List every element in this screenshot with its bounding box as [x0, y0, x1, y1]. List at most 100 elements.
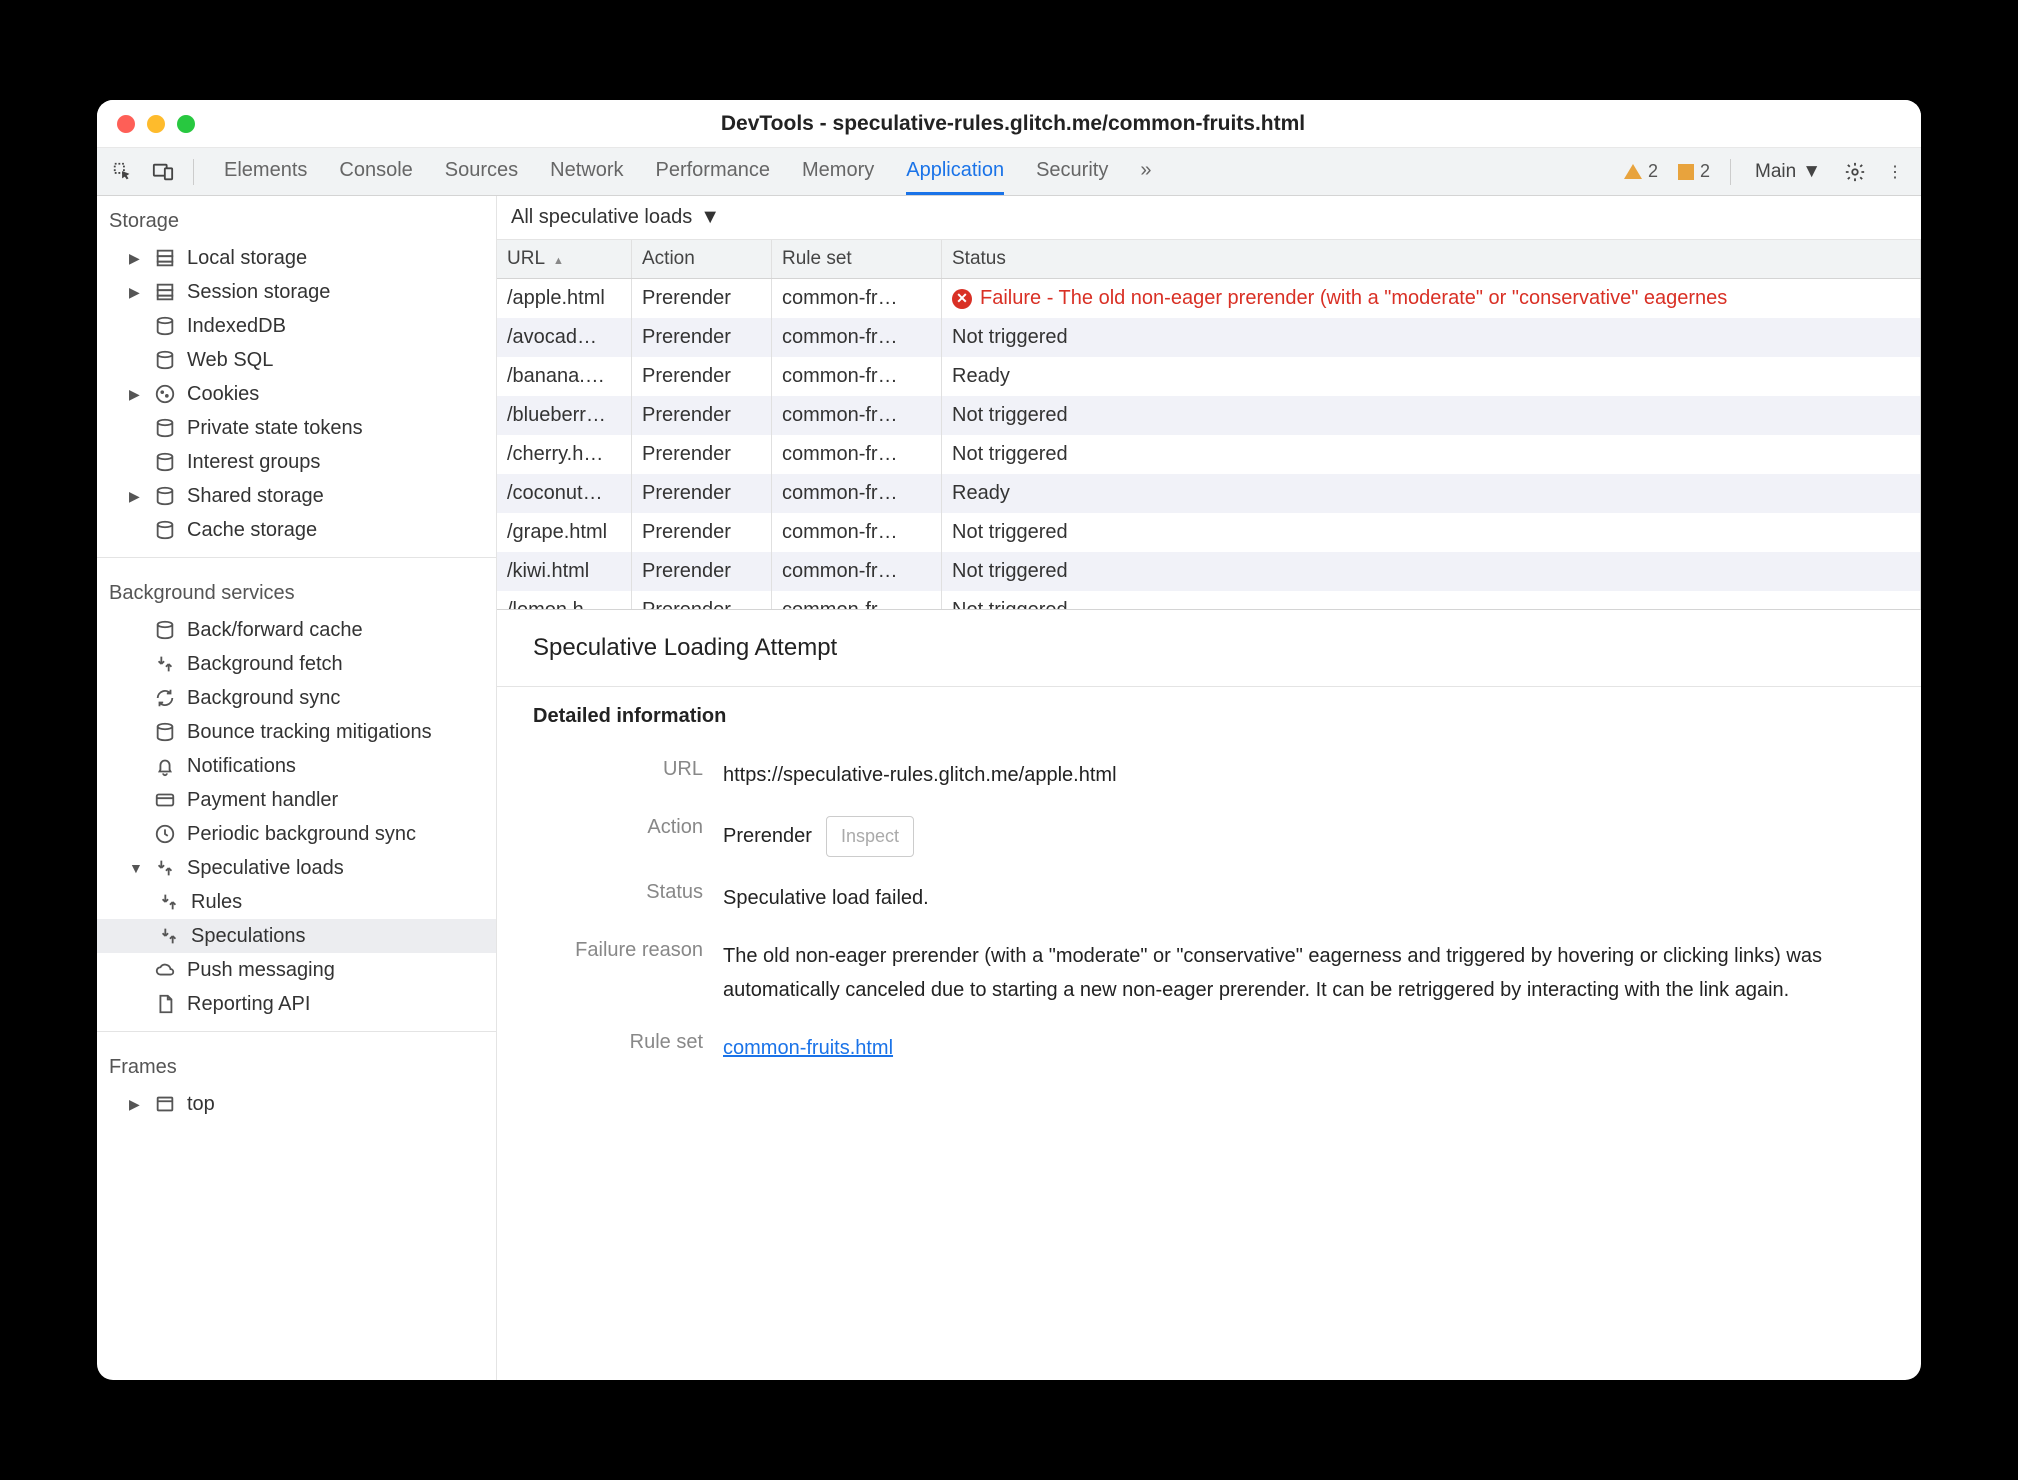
- frame-icon: [153, 1092, 177, 1116]
- device-toggle-icon[interactable]: [147, 156, 179, 188]
- sidebar-item-rules[interactable]: Rules: [97, 885, 496, 919]
- cell-url: /banana.…: [497, 357, 632, 396]
- table-row[interactable]: /apple.htmlPrerendercommon-fr…✕Failure -…: [497, 279, 1921, 318]
- sidebar-item-speculative-loads[interactable]: ▼Speculative loads: [97, 851, 496, 885]
- cell-status: Not triggered: [942, 318, 1921, 357]
- col-url[interactable]: URL▲: [497, 240, 632, 278]
- sidebar-item-push-messaging[interactable]: Push messaging: [97, 953, 496, 987]
- tab-console[interactable]: Console: [339, 149, 412, 195]
- detail-url-label: URL: [533, 758, 703, 792]
- col-rule[interactable]: Rule set: [772, 240, 942, 278]
- more-vert-icon[interactable]: ⋮: [1879, 156, 1911, 188]
- cylinder-icon: [153, 450, 177, 474]
- cylinder-icon: [153, 314, 177, 338]
- cell-status: Ready: [942, 357, 1921, 396]
- sidebar-item-periodic-bg[interactable]: Periodic background sync: [97, 817, 496, 851]
- detail-ruleset-link[interactable]: common-fruits.html: [723, 1037, 893, 1059]
- sidebar-item-top-frame[interactable]: ▶top: [97, 1087, 496, 1121]
- sidebar-item-local-storage[interactable]: ▶Local storage: [97, 241, 496, 275]
- target-selector[interactable]: Main▼: [1745, 161, 1831, 183]
- cloud-icon: [153, 958, 177, 982]
- cell-rule: common-fr…: [772, 357, 942, 396]
- cell-url: /kiwi.html: [497, 552, 632, 591]
- database-icon: [153, 246, 177, 270]
- table-row[interactable]: /lemon.h…Prerendercommon-fr…Not triggere…: [497, 591, 1921, 609]
- inspect-element-icon[interactable]: [107, 156, 139, 188]
- cell-url: /blueberr…: [497, 396, 632, 435]
- tab-more-icon[interactable]: »: [1140, 149, 1151, 195]
- cell-url: /apple.html: [497, 279, 632, 318]
- detail-ruleset-label: Rule set: [533, 1031, 703, 1065]
- tab-memory[interactable]: Memory: [802, 149, 874, 195]
- table-row[interactable]: /grape.htmlPrerendercommon-fr…Not trigge…: [497, 513, 1921, 552]
- col-status[interactable]: Status: [942, 240, 1921, 278]
- tab-performance[interactable]: Performance: [656, 149, 771, 195]
- detail-section-heading: Detailed information: [533, 705, 1885, 728]
- table-row[interactable]: /banana.…Prerendercommon-fr…Ready: [497, 357, 1921, 396]
- gear-icon[interactable]: [1839, 156, 1871, 188]
- cell-status: Not triggered: [942, 591, 1921, 609]
- detail-failure-label: Failure reason: [533, 939, 703, 1007]
- sidebar-item-bg-sync[interactable]: Background sync: [97, 681, 496, 715]
- inspect-button[interactable]: Inspect: [826, 816, 914, 857]
- table-row[interactable]: /coconut…Prerendercommon-fr…Ready: [497, 474, 1921, 513]
- detail-action-value: PrerenderInspect: [723, 816, 1885, 857]
- sidebar-item-cookies[interactable]: ▶Cookies: [97, 377, 496, 411]
- cell-action: Prerender: [632, 474, 772, 513]
- col-action[interactable]: Action: [632, 240, 772, 278]
- tab-network[interactable]: Network: [550, 149, 623, 195]
- tab-application[interactable]: Application: [906, 149, 1004, 195]
- cell-url: /lemon.h…: [497, 591, 632, 609]
- cell-url: /avocad…: [497, 318, 632, 357]
- cell-rule: common-fr…: [772, 318, 942, 357]
- errors-badge[interactable]: 2: [1672, 161, 1716, 182]
- document-icon: [153, 992, 177, 1016]
- devtools-toolbar: Elements Console Sources Network Perform…: [97, 148, 1921, 196]
- cylinder-icon: [153, 518, 177, 542]
- sidebar-item-reporting-api[interactable]: Reporting API: [97, 987, 496, 1021]
- cell-action: Prerender: [632, 357, 772, 396]
- close-window[interactable]: [117, 115, 135, 133]
- sidebar-item-bg-fetch[interactable]: Background fetch: [97, 647, 496, 681]
- cell-action: Prerender: [632, 279, 772, 318]
- cylinder-icon: [153, 416, 177, 440]
- tab-elements[interactable]: Elements: [224, 149, 307, 195]
- tab-sources[interactable]: Sources: [445, 149, 518, 195]
- cell-rule: common-fr…: [772, 552, 942, 591]
- sidebar-group-bg-services: Background services: [97, 568, 496, 613]
- tab-security[interactable]: Security: [1036, 149, 1108, 195]
- sidebar-item-private-state[interactable]: Private state tokens: [97, 411, 496, 445]
- maximize-window[interactable]: [177, 115, 195, 133]
- sidebar-item-cache-storage[interactable]: Cache storage: [97, 513, 496, 547]
- minimize-window[interactable]: [147, 115, 165, 133]
- cell-rule: common-fr…: [772, 396, 942, 435]
- cell-url: /coconut…: [497, 474, 632, 513]
- table-row[interactable]: /kiwi.htmlPrerendercommon-fr…Not trigger…: [497, 552, 1921, 591]
- sidebar-item-web-sql[interactable]: Web SQL: [97, 343, 496, 377]
- detail-status-value: Speculative load failed.: [723, 881, 1885, 915]
- sidebar-item-bounce[interactable]: Bounce tracking mitigations: [97, 715, 496, 749]
- card-icon: [153, 788, 177, 812]
- table-row[interactable]: /blueberr…Prerendercommon-fr…Not trigger…: [497, 396, 1921, 435]
- cell-action: Prerender: [632, 435, 772, 474]
- sidebar-item-indexeddb[interactable]: IndexedDB: [97, 309, 496, 343]
- bell-icon: [153, 754, 177, 778]
- sync-icon: [157, 924, 181, 948]
- cell-action: Prerender: [632, 513, 772, 552]
- sidebar-item-session-storage[interactable]: ▶Session storage: [97, 275, 496, 309]
- sidebar-item-notifications[interactable]: Notifications: [97, 749, 496, 783]
- window-title: DevTools - speculative-rules.glitch.me/c…: [195, 112, 1831, 136]
- sidebar-item-payment[interactable]: Payment handler: [97, 783, 496, 817]
- sidebar-item-interest-groups[interactable]: Interest groups: [97, 445, 496, 479]
- table-row[interactable]: /cherry.h…Prerendercommon-fr…Not trigger…: [497, 435, 1921, 474]
- sidebar-item-shared-storage[interactable]: ▶Shared storage: [97, 479, 496, 513]
- filter-dropdown[interactable]: All speculative loads ▼: [497, 196, 1921, 239]
- sidebar-item-bf-cache[interactable]: Back/forward cache: [97, 613, 496, 647]
- sidebar-item-speculations[interactable]: Speculations: [97, 919, 496, 953]
- table-row[interactable]: /avocad…Prerendercommon-fr…Not triggered: [497, 318, 1921, 357]
- cell-rule: common-fr…: [772, 513, 942, 552]
- clock-icon: [153, 822, 177, 846]
- sync-icon: [153, 652, 177, 676]
- cell-rule: common-fr…: [772, 474, 942, 513]
- warnings-badge[interactable]: 2: [1618, 161, 1664, 182]
